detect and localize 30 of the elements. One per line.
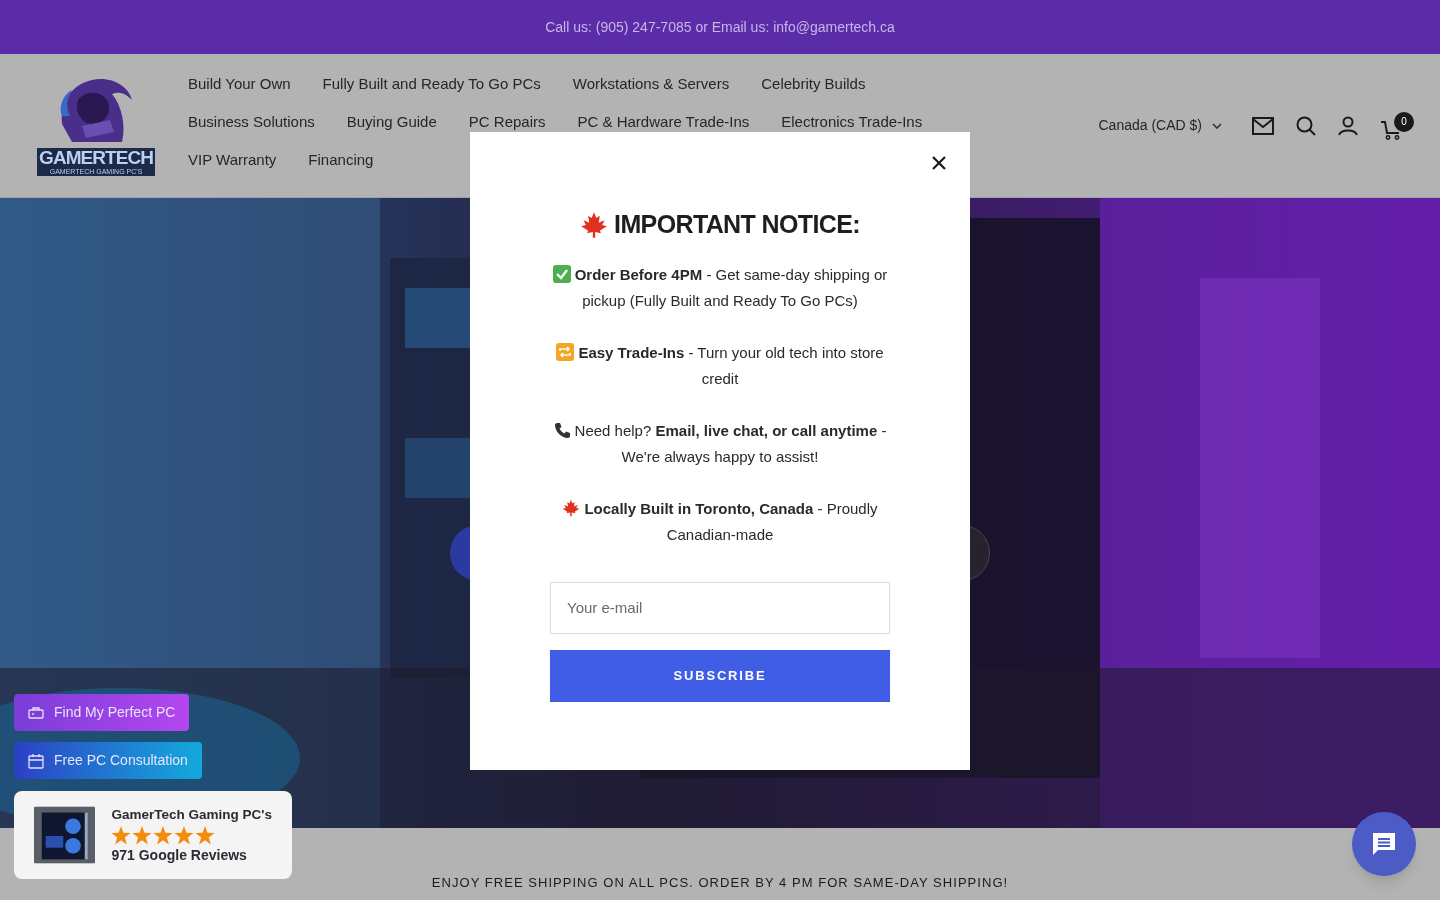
logo-title: GAMERTECH <box>39 147 153 168</box>
star-icon <box>195 825 216 845</box>
chat-icon <box>1371 831 1397 857</box>
chevron-down-icon <box>1212 122 1222 129</box>
star-icon <box>174 825 195 845</box>
nav-link[interactable]: Build Your Own <box>188 76 291 92</box>
contact-text: Call us: (905) 247-7085 or Email us: info@gamertech.ca <box>545 17 895 37</box>
star-icon <box>153 825 174 845</box>
nav-link[interactable]: Business Solutions <box>188 114 315 130</box>
close-icon[interactable] <box>932 156 946 170</box>
nav-link[interactable]: Fully Built and Ready To Go PCs <box>322 76 541 92</box>
cart-icon[interactable] <box>1380 119 1402 140</box>
mail-icon[interactable] <box>1252 116 1274 135</box>
nav-link[interactable]: VIP Warranty <box>188 152 277 168</box>
account-icon[interactable] <box>1338 115 1358 136</box>
currency-selector[interactable]: Canada (CAD $) <box>1098 115 1222 136</box>
review-count: 971 Google Reviews <box>111 846 248 864</box>
star-icon <box>132 825 153 845</box>
star-icon <box>111 825 132 845</box>
nav-link[interactable]: Celebrity Builds <box>761 76 866 92</box>
nav-link[interactable]: Financing <box>308 152 374 168</box>
search-icon[interactable] <box>1296 115 1316 136</box>
cart-count-badge: 0 <box>1394 111 1414 132</box>
nav-link[interactable]: Buying Guide <box>346 114 437 130</box>
shipping-banner-text: ENJOY FREE SHIPPING ON ALL PCS. ORDER BY 4 PM FOR SAME-DAY SHIPPING! <box>431 873 1009 892</box>
nav-link[interactable]: PC Repairs <box>468 114 546 130</box>
nav-link[interactable]: Workstations & Servers <box>572 76 730 92</box>
nav-link[interactable]: PC & Hardware Trade-Ins <box>577 114 750 130</box>
nav-link[interactable]: Electronics Trade-Ins <box>781 114 923 130</box>
chat-button[interactable] <box>1352 812 1416 876</box>
